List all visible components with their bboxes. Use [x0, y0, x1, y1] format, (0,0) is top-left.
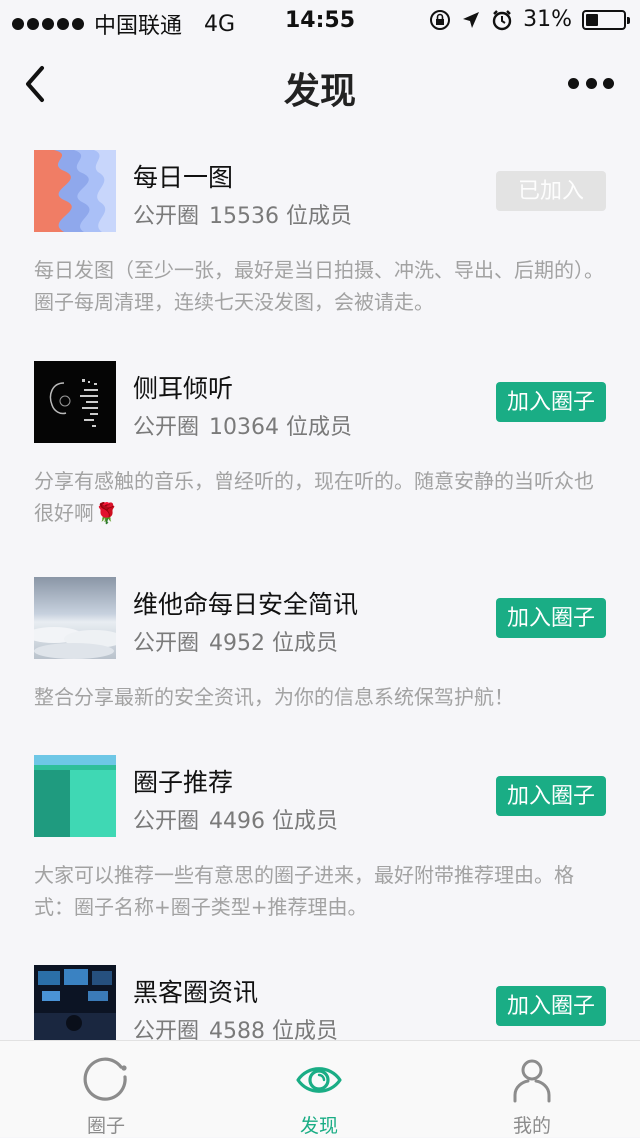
circle-list[interactable]: 每日一图 公开圈 15536 位成员 已加入 每日发图（至少一张，最好是当日拍摄、…	[0, 128, 640, 1040]
circle-thumbnail	[34, 755, 116, 837]
circle-meta: 公开圈 4496 位成员	[133, 803, 338, 835]
circle-meta: 公开圈 15536 位成员	[133, 198, 352, 230]
tab-discover[interactable]: 发现	[249, 1041, 389, 1137]
more-dots-icon[interactable]	[568, 72, 614, 94]
circle-meta: 公开圈 4588 位成员	[133, 1013, 338, 1040]
member-count: 4588 位成员	[209, 1019, 338, 1040]
circle-description: 分享有感触的音乐，曾经听的，现在听的。随意安静的当听众也很好啊🌹	[34, 469, 594, 525]
status-right: 31%	[429, 7, 630, 32]
status-bar: 中国联通 4G 14:55 31%	[0, 0, 640, 40]
circle-name: 黑客圈资讯	[133, 978, 259, 1007]
join-circle-button[interactable]: 加入圈子	[496, 776, 606, 816]
member-count: 15536 位成员	[209, 204, 352, 229]
member-count: 4496 位成员	[209, 809, 338, 834]
circle-type: 公开圈	[133, 415, 200, 440]
tab-bar: 圈子 发现 我的	[0, 1040, 640, 1137]
tab-label: 发现	[299, 1115, 338, 1137]
joined-button[interactable]: 已加入	[496, 171, 606, 211]
circle-name: 侧耳倾听	[133, 374, 234, 403]
circle-type: 公开圈	[133, 631, 200, 656]
page-title: 发现	[283, 71, 356, 112]
tab-me[interactable]: 我的	[462, 1041, 602, 1137]
circle-thumbnail	[34, 150, 116, 232]
circle-icon	[83, 1057, 127, 1101]
circle-thumbnail	[34, 577, 116, 659]
tab-label: 圈子	[86, 1115, 125, 1137]
circle-thumbnail	[34, 361, 116, 443]
circle-description: 大家可以推荐一些有意思的圈子进来，最好附带推荐理由。格式：圈子名称+圈子类型+推…	[34, 863, 574, 919]
battery-percent: 31%	[523, 7, 572, 32]
join-circle-button[interactable]: 加入圈子	[496, 986, 606, 1026]
circle-description: 整合分享最新的安全资讯，为你的信息系统保驾护航！	[34, 685, 514, 709]
circle-description: 每日发图（至少一张，最好是当日拍摄、冲洗、导出、后期的）。圈子每周清理，连续七天…	[34, 258, 604, 314]
tab-circles[interactable]: 圈子	[36, 1041, 176, 1137]
nav-bar: 发现	[0, 40, 640, 128]
location-arrow-icon	[463, 11, 480, 28]
join-circle-button[interactable]: 加入圈子	[496, 598, 606, 638]
join-circle-button[interactable]: 加入圈子	[496, 382, 606, 422]
tab-label: 我的	[512, 1115, 551, 1137]
circle-name: 每日一图	[133, 163, 234, 192]
member-count: 4952 位成员	[209, 631, 338, 656]
circle-name: 维他命每日安全简讯	[133, 590, 359, 619]
circle-type: 公开圈	[133, 809, 200, 834]
battery-icon	[582, 9, 630, 30]
alarm-icon	[492, 9, 512, 30]
circle-meta: 公开圈 10364 位成员	[133, 409, 352, 441]
circle-type: 公开圈	[133, 204, 200, 229]
circle-thumbnail	[34, 965, 116, 1040]
person-icon	[513, 1059, 551, 1103]
circle-name: 圈子推荐	[133, 768, 234, 797]
eye-icon	[296, 1067, 342, 1093]
circle-meta: 公开圈 4952 位成员	[133, 625, 338, 657]
rotation-lock-icon	[430, 9, 451, 30]
circle-type: 公开圈	[133, 1019, 200, 1040]
member-count: 10364 位成员	[209, 415, 352, 440]
